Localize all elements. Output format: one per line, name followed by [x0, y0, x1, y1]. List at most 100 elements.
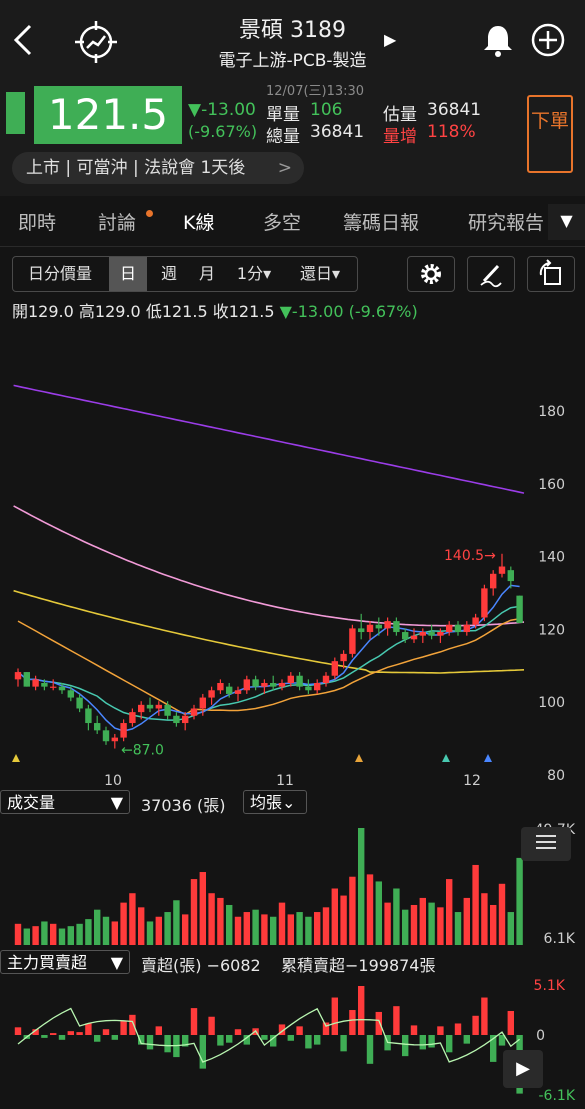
volume-bar — [270, 916, 277, 945]
candle-body — [437, 632, 444, 636]
volume-bar — [94, 909, 101, 945]
candle-body — [446, 624, 453, 633]
candle-body — [32, 679, 39, 687]
volume-bar — [252, 909, 259, 945]
price-change-pct: (-9.67%) — [188, 122, 258, 141]
avg-volume-select[interactable]: 均張⌄ — [243, 790, 307, 814]
ma5-line — [17, 584, 520, 732]
volume-bar — [226, 904, 233, 945]
minute-button[interactable]: 1分▾ — [227, 257, 281, 291]
tab-chips-daily[interactable]: 籌碼日報 — [343, 208, 419, 235]
flow-bar — [50, 1033, 57, 1035]
flow-bar — [314, 1035, 321, 1045]
candle-body — [419, 632, 426, 636]
candle-body — [85, 708, 92, 724]
volume-bar — [146, 921, 154, 945]
flow-bar — [340, 1035, 347, 1052]
tab-realtime[interactable]: 即時 — [18, 208, 56, 235]
flow-cumulative-value: 累積賣超−199874張 — [281, 956, 436, 975]
signal-marker — [355, 754, 363, 762]
ohlc-summary: 開129.0 高129.0 低121.5 收121.5 ▼-13.00 (-9.… — [12, 298, 418, 322]
tick-volume-button[interactable]: 日分價量 — [13, 257, 107, 291]
volume-bar — [287, 914, 294, 945]
volume-bar — [41, 921, 48, 945]
candle-body — [182, 715, 189, 724]
flow-bar — [287, 1035, 294, 1041]
settings-icon[interactable] — [407, 256, 455, 292]
volume-increase: 118% — [427, 122, 476, 142]
add-icon[interactable] — [530, 22, 566, 58]
tab-long-short[interactable]: 多空 — [263, 208, 301, 235]
flow-bar — [305, 1035, 312, 1049]
candle-body — [76, 697, 83, 709]
volume-bar — [67, 926, 74, 945]
candle-body — [146, 704, 154, 709]
flow-min-label: -6.1K — [539, 1088, 576, 1104]
volume-bar — [314, 912, 321, 945]
volume-bar — [402, 909, 409, 945]
play-icon[interactable]: ▶ — [503, 1050, 543, 1088]
candle-body — [428, 632, 435, 636]
volume-bar — [322, 907, 330, 945]
volume-increase-label: 量增 — [383, 127, 417, 147]
flow-bar — [419, 1035, 426, 1050]
flow-bar — [67, 1031, 74, 1035]
candle-body — [41, 683, 48, 687]
flow-indicator-select[interactable]: 主力買賣超 ▼ — [0, 950, 130, 974]
volume-bar — [173, 900, 180, 945]
candle-body — [261, 683, 268, 687]
more-tabs-button[interactable]: ▼ — [548, 204, 585, 240]
volume-bar — [490, 904, 497, 945]
volume-bar — [261, 914, 268, 945]
price-change: ▼-13.00 — [188, 100, 256, 120]
candle-body — [349, 628, 356, 654]
dropdown-arrow-icon: ▼ — [110, 793, 123, 812]
flow-sell-value: 賣超(張) −6082 — [141, 956, 261, 975]
month-button[interactable]: 月 — [189, 257, 225, 291]
flow-zero-label: 0 — [536, 1028, 545, 1044]
volume-bar — [120, 902, 127, 945]
day-button[interactable]: 日 — [109, 257, 147, 291]
candle-body — [490, 573, 497, 589]
candle-body — [234, 690, 242, 694]
restore-day-button[interactable]: 還日▾ — [285, 257, 355, 291]
volume-bar — [393, 888, 400, 945]
volume-bar — [410, 904, 418, 945]
x-tick-label: 11 — [276, 773, 294, 789]
ma240-line — [13, 384, 525, 494]
title-arrow-icon[interactable]: ▶ — [384, 30, 396, 49]
flow-indicator-label: 主力買賣超 — [7, 953, 88, 972]
tab-research[interactable]: 研究報告 — [468, 208, 546, 235]
candle-body — [58, 686, 66, 691]
candle-body — [463, 624, 470, 633]
quote-datetime: 12/07(三)13:30 — [266, 84, 365, 99]
volume-bar — [129, 893, 136, 945]
draw-pen-icon[interactable] — [467, 256, 515, 292]
kline-chart[interactable]: 18016014012010080101112140.5→←87.049.7K6… — [0, 320, 585, 1109]
total-volume: 36841 — [310, 122, 365, 142]
volume-indicator-select[interactable]: 成交量 ▼ — [0, 790, 130, 814]
candle-body — [226, 686, 233, 694]
volume-bar — [278, 902, 286, 945]
rotate-screen-icon[interactable] — [527, 256, 575, 292]
volume-bar — [296, 912, 303, 945]
candle-body — [375, 624, 382, 629]
candle-body — [278, 683, 286, 687]
candle-body — [516, 595, 523, 623]
bell-icon[interactable] — [480, 22, 516, 58]
candle-body — [393, 621, 400, 633]
flow-bar — [261, 1035, 268, 1040]
volume-bar — [208, 893, 215, 945]
volume-bar — [419, 897, 426, 945]
tab-discussion[interactable]: 討論 — [98, 208, 136, 235]
tab-kline[interactable]: K線 — [183, 208, 214, 235]
flow-bar — [481, 997, 488, 1035]
listing-info-pill[interactable]: 上市 | 可當沖 | 法說會 1天後 > — [12, 152, 304, 184]
place-order-button[interactable]: 下單 — [527, 95, 573, 173]
flow-bar — [393, 1006, 400, 1035]
candle-body — [498, 566, 506, 574]
signal-marker — [12, 754, 20, 762]
flow-bar — [111, 1035, 118, 1040]
y-tick-label: 120 — [538, 622, 565, 638]
week-button[interactable]: 週 — [151, 257, 187, 291]
